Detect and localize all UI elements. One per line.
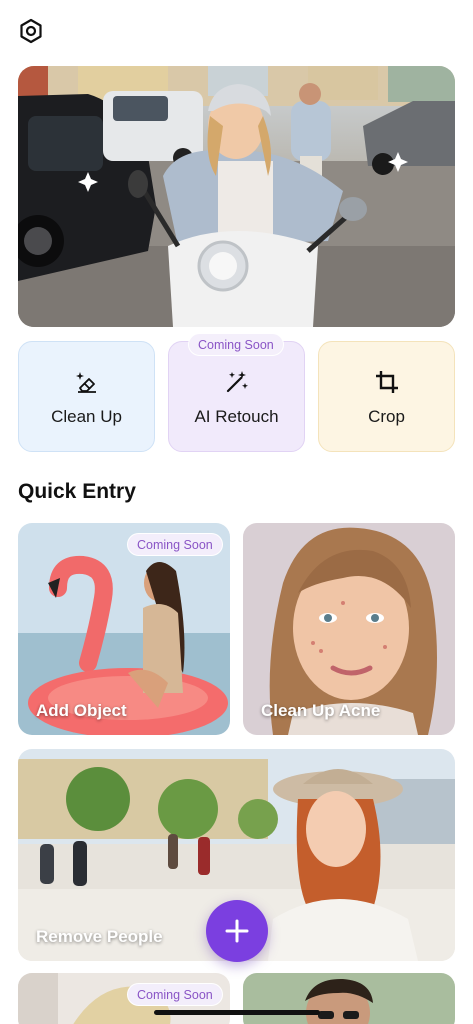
- crop-label: Crop: [368, 406, 405, 426]
- home-indicator: [154, 1010, 320, 1015]
- add-object-label: Add Object: [36, 701, 127, 720]
- hero-illustration: [18, 66, 455, 327]
- clean-up-acne-label: Clean Up Acne: [261, 701, 381, 720]
- quick-entry-card-5[interactable]: [243, 973, 455, 1024]
- crop-icon: [372, 367, 402, 397]
- coming-soon-badge: Coming Soon: [188, 333, 284, 356]
- card-5-photo: [243, 973, 455, 1024]
- eraser-sparkle-icon: [72, 367, 102, 397]
- ai-retouch-label: AI Retouch: [194, 406, 279, 426]
- clean-up-tool-button[interactable]: Clean Up: [18, 341, 155, 452]
- ai-retouch-tool-button[interactable]: AI Retouch: [168, 341, 305, 452]
- coming-soon-badge: Coming Soon: [127, 533, 223, 556]
- remove-people-label: Remove People: [36, 927, 163, 946]
- add-button[interactable]: [206, 900, 268, 962]
- quick-entry-title: Quick Entry: [18, 480, 136, 503]
- settings-button[interactable]: [16, 16, 46, 46]
- clean-up-acne-card[interactable]: Clean Up Acne: [243, 523, 455, 735]
- magic-wand-icon: [222, 367, 252, 397]
- home-screen: Clean Up AI Retouch Coming Soon Crop Qui…: [0, 0, 473, 1024]
- gear-icon: [20, 18, 42, 44]
- plus-icon: [225, 919, 249, 943]
- crop-tool-button[interactable]: Crop: [318, 341, 455, 452]
- hero-photo[interactable]: [18, 66, 455, 327]
- coming-soon-badge: Coming Soon: [127, 983, 223, 1006]
- clean-up-label: Clean Up: [51, 406, 122, 426]
